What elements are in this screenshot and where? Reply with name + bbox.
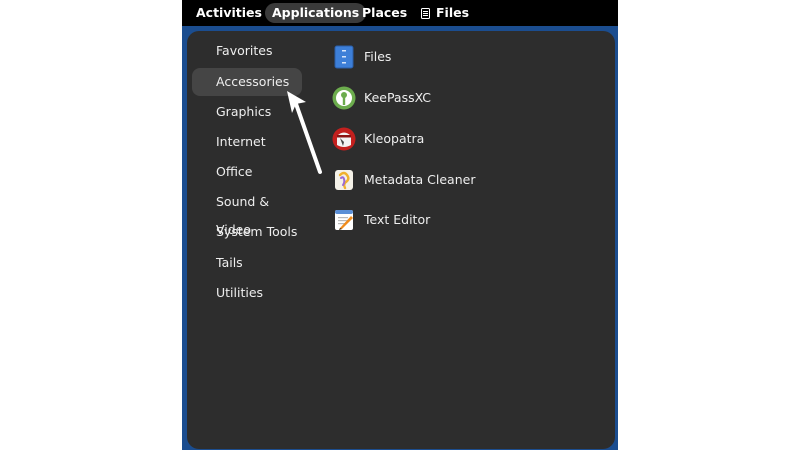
category-label: Tails bbox=[216, 255, 243, 270]
category-label: Utilities bbox=[216, 285, 264, 300]
kleopatra-icon bbox=[332, 127, 356, 151]
category-system-tools[interactable]: System Tools bbox=[192, 218, 302, 246]
files-icon bbox=[334, 45, 354, 69]
category-accessories[interactable]: Accessories bbox=[192, 68, 302, 96]
category-utilities[interactable]: Utilities bbox=[192, 279, 302, 307]
keepassxc-icon bbox=[332, 86, 356, 110]
category-tails[interactable]: Tails bbox=[192, 249, 302, 277]
applications-menu: Favorites Accessories Graphics Internet … bbox=[187, 31, 615, 449]
category-label: Office bbox=[216, 164, 253, 179]
category-label: Internet bbox=[216, 134, 266, 149]
app-label: Metadata Cleaner bbox=[364, 172, 476, 187]
file-cabinet-icon bbox=[421, 8, 430, 19]
metadata-cleaner-icon bbox=[335, 170, 353, 190]
app-metadata-cleaner[interactable]: Metadata Cleaner bbox=[332, 164, 602, 196]
app-label: Kleopatra bbox=[364, 131, 425, 146]
activities-button[interactable]: Activities bbox=[189, 3, 269, 23]
app-label: KeePassXC bbox=[364, 90, 431, 105]
category-label: Graphics bbox=[216, 104, 272, 119]
files-app-label: Files bbox=[436, 5, 470, 20]
category-graphics[interactable]: Graphics bbox=[192, 98, 302, 126]
app-label: Files bbox=[364, 49, 392, 64]
applications-menu-button[interactable]: Applications bbox=[265, 3, 367, 23]
app-files[interactable]: Files bbox=[332, 41, 602, 73]
app-kleopatra[interactable]: Kleopatra bbox=[332, 123, 602, 155]
places-menu-button[interactable]: Places bbox=[355, 3, 414, 23]
top-bar: Activities Applications Places Files bbox=[182, 0, 618, 26]
category-label: Accessories bbox=[216, 74, 290, 89]
files-app-indicator[interactable]: Files bbox=[414, 3, 476, 23]
app-keepassxc[interactable]: KeePassXC bbox=[332, 82, 602, 114]
category-internet[interactable]: Internet bbox=[192, 128, 302, 156]
text-editor-icon bbox=[335, 210, 353, 230]
category-label: Favorites bbox=[216, 43, 273, 58]
category-sound-video[interactable]: Sound & Video bbox=[192, 188, 302, 237]
app-text-editor[interactable]: Text Editor bbox=[332, 204, 602, 236]
desktop-screen: Activities Applications Places Files Fav… bbox=[182, 0, 618, 450]
category-favorites[interactable]: Favorites bbox=[192, 37, 302, 65]
category-office[interactable]: Office bbox=[192, 158, 302, 186]
category-label: System Tools bbox=[216, 224, 298, 239]
app-label: Text Editor bbox=[364, 212, 431, 227]
